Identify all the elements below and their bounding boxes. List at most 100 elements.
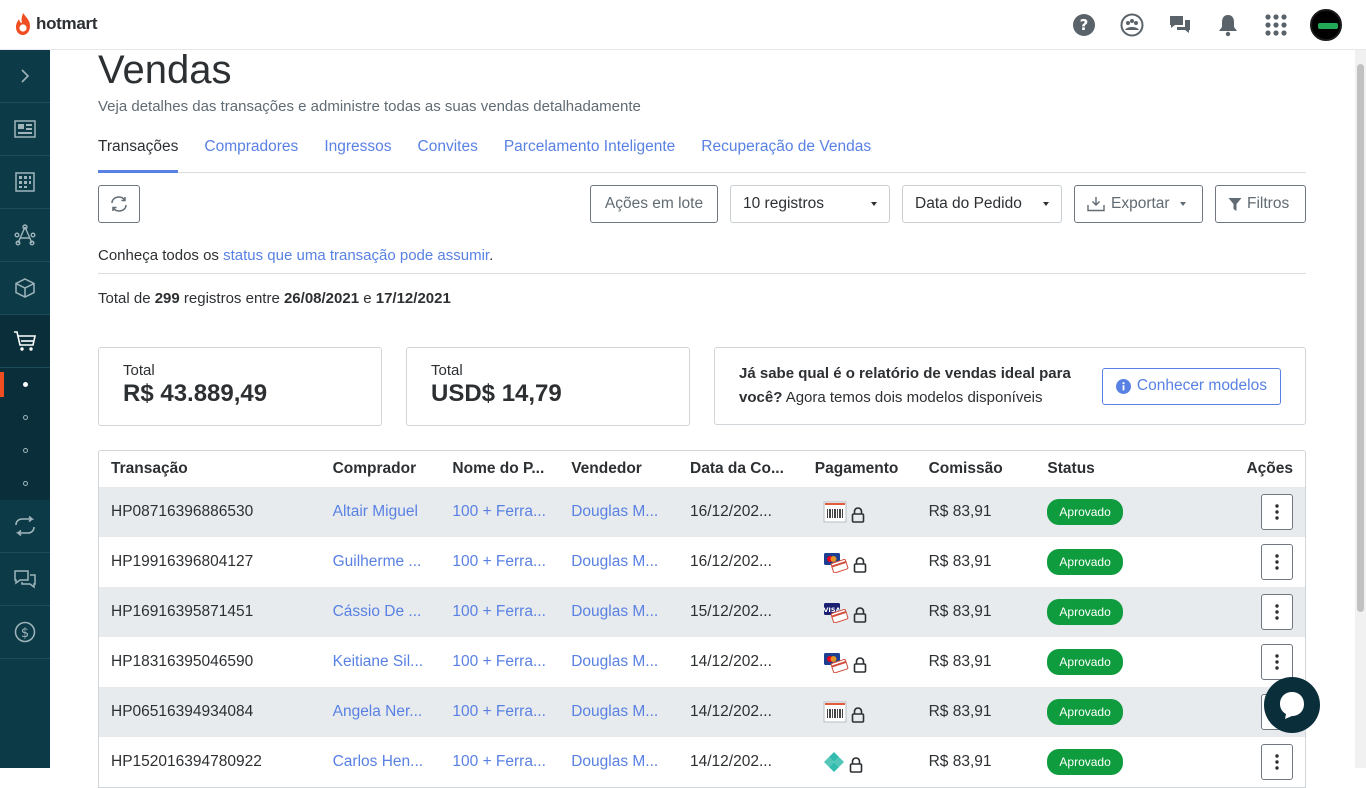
row-actions-button[interactable] xyxy=(1260,744,1293,780)
table-row[interactable]: HP152016394780922 Carlos Hen... 100 + Ferr… xyxy=(99,737,1305,787)
commission: R$ 83,91 xyxy=(928,603,992,620)
messages-icon xyxy=(14,570,36,589)
conhecer-modelos-button[interactable]: Conhecer modelos xyxy=(1101,367,1281,405)
product-link[interactable]: 100 + Ferra... xyxy=(440,753,559,771)
bell-icon[interactable] xyxy=(1214,8,1242,42)
header-transacao[interactable]: Transação xyxy=(99,460,321,478)
seller-link[interactable]: Douglas M... xyxy=(559,653,678,671)
payment-method xyxy=(803,501,917,523)
tab-transacoes[interactable]: Transações xyxy=(98,133,179,173)
tab-convites[interactable]: Convites xyxy=(418,133,478,173)
table-row[interactable]: HP16916395871451 Cássio De ... 100 + Ferra… xyxy=(99,587,1305,637)
buyer-link[interactable]: Carlos Hen... xyxy=(321,753,441,771)
sidebar-item-products[interactable] xyxy=(0,262,50,315)
refresh-button[interactable] xyxy=(98,185,140,223)
apps-grid-icon[interactable] xyxy=(1262,8,1290,42)
tab-ingressos[interactable]: Ingressos xyxy=(324,133,391,173)
status-info-link[interactable]: status que uma transação pode assumir xyxy=(223,247,489,264)
purchase-date: 14/12/202... xyxy=(690,753,772,770)
product-link[interactable]: 100 + Ferra... xyxy=(440,603,559,621)
buyer-link[interactable]: Cássio De ... xyxy=(321,603,441,621)
actions-cell xyxy=(1205,644,1305,680)
buyer-link[interactable]: Altair Miguel xyxy=(321,503,441,521)
payment-method xyxy=(803,551,917,573)
product-link[interactable]: 100 + Ferra... xyxy=(440,703,559,721)
row-actions-button[interactable] xyxy=(1260,644,1293,680)
info-icon xyxy=(1115,378,1131,394)
transaction-id: HP08716396886530 xyxy=(111,503,254,520)
total-usd-label: Total xyxy=(431,362,463,379)
help-icon[interactable]: ? xyxy=(1070,8,1098,42)
summary-middle: registros entre xyxy=(179,290,284,307)
header-status[interactable]: Status xyxy=(1035,460,1205,478)
row-actions-button[interactable] xyxy=(1260,594,1293,630)
sidebar-item-dashboard[interactable] xyxy=(0,103,50,156)
product-link[interactable]: 100 + Ferra... xyxy=(440,503,559,521)
total-usd-value: USD$ 14,79 xyxy=(431,380,562,407)
header-comprador[interactable]: Comprador xyxy=(321,460,441,478)
product-link[interactable]: 100 + Ferra... xyxy=(440,653,559,671)
end-date: 17/12/2021 xyxy=(375,290,451,307)
tab-recuperacao-de-vendas[interactable]: Recuperação de Vendas xyxy=(701,133,871,173)
seller-link[interactable]: Douglas M... xyxy=(559,603,678,621)
status-cell: Aprovado xyxy=(1035,699,1205,725)
tab-parcelamento-inteligente[interactable]: Parcelamento Inteligente xyxy=(504,133,675,173)
sidebar-subitem-3[interactable] xyxy=(0,434,50,467)
seller-link[interactable]: Douglas M... xyxy=(559,753,678,771)
sidebar-subitem-2[interactable] xyxy=(0,401,50,434)
page-scrollbar[interactable] xyxy=(1355,50,1366,768)
sidebar-item-affiliates[interactable] xyxy=(0,209,50,262)
purchase-date: 14/12/202... xyxy=(690,703,772,720)
buyer-link[interactable]: Guilherme ... xyxy=(321,553,441,571)
sidebar-item-messages[interactable] xyxy=(0,553,50,606)
sidebar-item-sales[interactable] xyxy=(0,315,50,368)
lock-icon xyxy=(853,557,867,573)
sidebar-item-subscriptions[interactable] xyxy=(0,500,50,553)
sidebar-item-apps[interactable] xyxy=(0,156,50,209)
chat-widget-button[interactable] xyxy=(1264,677,1320,733)
export-button[interactable]: Exportar xyxy=(1074,185,1203,223)
product-link[interactable]: 100 + Ferra... xyxy=(440,553,559,571)
actions-cell xyxy=(1205,544,1305,580)
records-per-page-select[interactable]: 10 registros xyxy=(730,185,890,223)
header-produto[interactable]: Nome do P... xyxy=(440,460,559,478)
svg-text:?: ? xyxy=(1080,16,1089,34)
table-row[interactable]: HP19916396804127 Guilherme ... 100 + Ferra… xyxy=(99,537,1305,587)
scrollbar-thumb[interactable] xyxy=(1357,64,1364,612)
row-actions-button[interactable] xyxy=(1260,494,1293,530)
table-row[interactable]: HP18316395046590 Keitiane Sil... 100 + Fer… xyxy=(99,637,1305,687)
actions-cell xyxy=(1205,594,1305,630)
transaction-id: HP18316395046590 xyxy=(111,653,254,670)
sidebar-subitem-1[interactable] xyxy=(0,368,50,401)
date-type-select[interactable]: Data do Pedido xyxy=(902,185,1062,223)
status-info-suffix: . xyxy=(489,247,494,264)
avatar[interactable] xyxy=(1310,9,1342,41)
chat-icon[interactable] xyxy=(1166,8,1194,42)
seller-link[interactable]: Douglas M... xyxy=(559,503,678,521)
seller-link[interactable]: Douglas M... xyxy=(559,553,678,571)
filters-button[interactable]: Filtros xyxy=(1215,185,1306,223)
header-comissao[interactable]: Comissão xyxy=(917,460,1036,478)
table-row[interactable]: HP06516394934084 Angela Ner... 100 + Ferra… xyxy=(99,687,1305,737)
chat-bubble-icon xyxy=(1280,692,1304,719)
header-vendedor[interactable]: Vendedor xyxy=(559,460,678,478)
seller-link[interactable]: Douglas M... xyxy=(559,703,678,721)
tab-compradores[interactable]: Compradores xyxy=(204,133,298,173)
hotmart-logo[interactable]: hotmart xyxy=(14,11,97,37)
bulk-actions-button[interactable]: Ações em lote xyxy=(590,185,718,223)
sidebar-item-finance[interactable]: $ xyxy=(0,606,50,659)
sidebar-subitem-4[interactable] xyxy=(0,467,50,500)
more-vertical-icon xyxy=(1275,654,1279,670)
header-pagamento[interactable]: Pagamento xyxy=(803,460,917,478)
buyer-link[interactable]: Angela Ner... xyxy=(321,703,441,721)
payment-method xyxy=(803,651,917,673)
transaction-id: HP19916396804127 xyxy=(111,553,254,570)
table-row[interactable]: HP08716396886530 Altair Miguel 100 + Ferra… xyxy=(99,487,1305,537)
more-vertical-icon xyxy=(1275,504,1279,520)
row-actions-button[interactable] xyxy=(1260,544,1293,580)
purchase-date: 16/12/202... xyxy=(690,503,772,520)
buyer-link[interactable]: Keitiane Sil... xyxy=(321,653,441,671)
sidebar-expand-button[interactable] xyxy=(0,50,50,103)
header-data[interactable]: Data da Co... xyxy=(678,460,803,478)
community-icon[interactable] xyxy=(1118,8,1146,42)
